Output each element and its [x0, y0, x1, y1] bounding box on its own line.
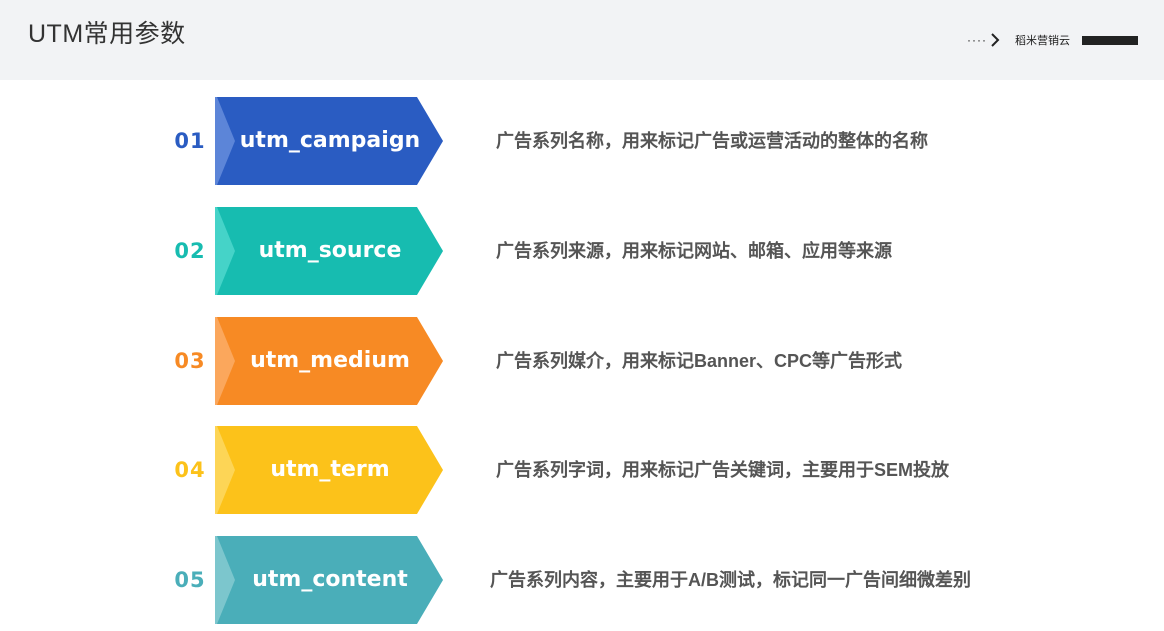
param-label: utm_medium: [250, 348, 410, 373]
brand-name: 稻米营销云: [1015, 35, 1070, 47]
list-item: 04 utm_term 广告系列字词，用来标记广告关键词，主要用于SEM投放: [0, 426, 1164, 514]
item-number: 04: [174, 458, 206, 482]
list-item: 02 utm_source 广告系列来源，用来标记网站、邮箱、应用等来源: [0, 207, 1164, 295]
brand-logo: ···· 稻米营销云: [967, 30, 1138, 50]
list-item: 03 utm_medium 广告系列媒介，用来标记Banner、CPC等广告形式: [0, 317, 1164, 405]
page-title: UTM常用参数: [28, 20, 186, 48]
item-number: 03: [174, 349, 206, 373]
param-description: 广告系列媒介，用来标记Banner、CPC等广告形式: [496, 351, 903, 371]
param-tag: utm_source: [215, 207, 443, 295]
param-label: utm_campaign: [239, 128, 421, 153]
param-tag: utm_campaign: [215, 97, 443, 185]
item-number: 05: [174, 568, 206, 592]
param-tag: utm_term: [215, 426, 443, 514]
list-item: 01 utm_campaign 广告系列名称，用来标记广告或运营活动的整体的名称: [0, 97, 1164, 185]
item-number: 01: [174, 129, 206, 153]
param-description: 广告系列来源，用来标记网站、邮箱、应用等来源: [496, 241, 892, 261]
chevron-right-icon: [991, 33, 1000, 47]
param-label: utm_term: [270, 457, 390, 482]
param-tag: utm_content: [215, 536, 443, 624]
header: UTM常用参数 ···· 稻米营销云: [0, 0, 1164, 80]
brand-bar: [1082, 35, 1138, 45]
param-description: 广告系列字词，用来标记广告关键词，主要用于SEM投放: [496, 460, 950, 480]
param-tag: utm_medium: [215, 317, 443, 405]
param-description: 广告系列内容，主要用于A/B测试，标记同一广告间细微差别: [490, 570, 971, 590]
brand-dots: ····: [967, 33, 987, 47]
item-number: 02: [174, 239, 206, 263]
param-label: utm_content: [252, 567, 408, 592]
list-item: 05 utm_content 广告系列内容，主要用于A/B测试，标记同一广告间细…: [0, 536, 1164, 624]
param-description: 广告系列名称，用来标记广告或运营活动的整体的名称: [496, 131, 928, 151]
param-label: utm_source: [258, 238, 402, 263]
